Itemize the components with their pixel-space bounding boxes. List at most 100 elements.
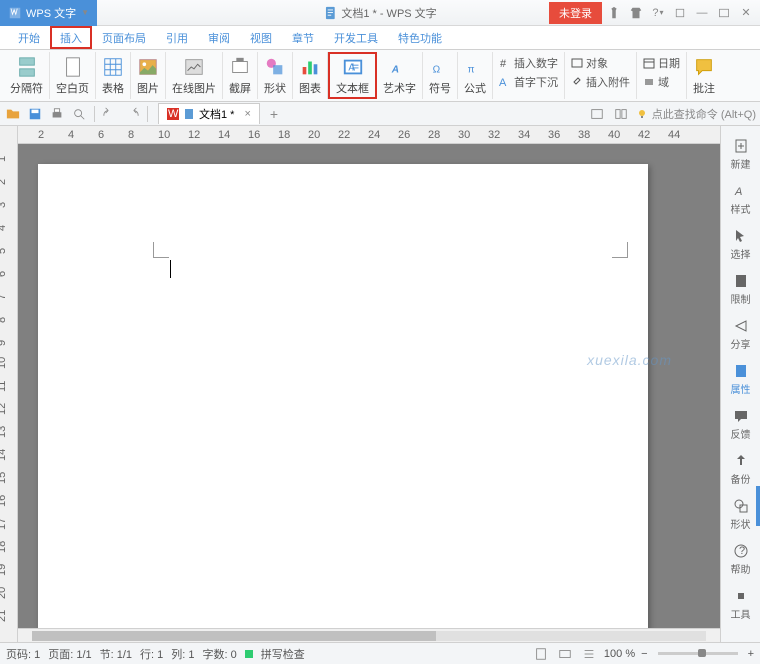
layout-web-icon[interactable]	[556, 645, 574, 663]
maximize-icon[interactable]	[714, 3, 734, 23]
tab-add-icon[interactable]: +	[270, 106, 278, 122]
horizontal-scrollbar[interactable]	[18, 628, 720, 642]
open-icon[interactable]	[4, 105, 22, 123]
ribbon-screenshot[interactable]: 截屏	[223, 52, 258, 99]
ribbon-field[interactable]: 域	[641, 73, 682, 91]
status-section[interactable]: 节: 1/1	[100, 646, 132, 662]
ribbon-separator[interactable]: 分隔符	[4, 52, 50, 99]
zoom-out-icon[interactable]: −	[641, 648, 647, 660]
side-new[interactable]: 新建	[721, 134, 760, 175]
ribbon-picture[interactable]: 图片	[131, 52, 166, 99]
side-tools[interactable]: 工具	[721, 584, 760, 625]
menu-review[interactable]: 审阅	[198, 26, 240, 49]
document-area[interactable]: xuexila.com	[18, 144, 720, 628]
menu-section[interactable]: 章节	[282, 26, 324, 49]
status-words[interactable]: 字数: 0	[203, 646, 237, 662]
ruler-tick: 1	[0, 156, 8, 162]
title-actions: 未登录 ?▾ — ✕	[549, 2, 756, 24]
horizontal-ruler[interactable]: 2468101214161820222426283032343638404244	[18, 126, 720, 144]
app-name: WPS 文字	[26, 5, 76, 21]
zoom-in-icon[interactable]: +	[748, 648, 754, 660]
ribbon-textbox[interactable]: A文本框	[328, 52, 377, 99]
undo-icon[interactable]	[101, 105, 119, 123]
document-tab[interactable]: W 文档1 * ×	[158, 103, 260, 124]
status-zoom[interactable]: 100 %	[604, 648, 635, 660]
menu-special[interactable]: 特色功能	[388, 26, 452, 49]
close-icon[interactable]: ✕	[736, 3, 756, 23]
menu-start[interactable]: 开始	[8, 26, 50, 49]
number-icon: #	[499, 57, 511, 69]
layout-outline-icon[interactable]	[580, 645, 598, 663]
vertical-ruler[interactable]: 123456789101112131415161718192021	[0, 126, 18, 642]
tab-close-icon[interactable]: ×	[244, 108, 250, 120]
login-button[interactable]: 未登录	[549, 2, 602, 24]
page[interactable]	[38, 164, 648, 628]
side-props[interactable]: 属性	[721, 359, 760, 400]
ribbon: 分隔符 空白页 表格 图片 在线图片 截屏 形状 图表 A文本框 A艺术字 Ω符…	[0, 50, 760, 102]
side-select[interactable]: 选择	[721, 224, 760, 265]
ribbon-blankpage[interactable]: 空白页	[50, 52, 96, 99]
ruler-tick: 13	[0, 426, 8, 438]
quickbar: W 文档1 * × + 点此查找命令 (Alt+Q)	[0, 102, 760, 126]
side-backup[interactable]: 备份	[721, 449, 760, 490]
new-icon	[733, 138, 749, 154]
zoom-slider[interactable]	[658, 652, 738, 655]
menu-view[interactable]: 视图	[240, 26, 282, 49]
ribbon-object[interactable]: 对象	[569, 54, 632, 72]
print-icon[interactable]	[48, 105, 66, 123]
bulb-icon	[636, 108, 648, 120]
margin-marker-tl	[153, 242, 169, 258]
help-icon[interactable]: ?▾	[648, 3, 668, 23]
status-line[interactable]: 行: 1	[140, 646, 163, 662]
minimize-icon[interactable]: —	[692, 3, 712, 23]
status-col[interactable]: 列: 1	[171, 646, 194, 662]
restore-down-icon[interactable]	[670, 3, 690, 23]
app-title[interactable]: WPS 文字 ▼	[0, 0, 97, 26]
side-restrict[interactable]: 限制	[721, 269, 760, 310]
side-share[interactable]: 分享	[721, 314, 760, 355]
skin-icon[interactable]	[604, 3, 624, 23]
side-help[interactable]: ?帮助	[721, 539, 760, 580]
view1-icon[interactable]	[588, 105, 606, 123]
status-pages[interactable]: 页面: 1/1	[48, 646, 91, 662]
menu-insert[interactable]: 插入	[50, 26, 92, 49]
ribbon-chart[interactable]: 图表	[293, 52, 328, 99]
ribbon-table[interactable]: 表格	[96, 52, 131, 99]
preview-icon[interactable]	[70, 105, 88, 123]
watermark: xuexila.com	[587, 352, 672, 368]
ribbon-symbol[interactable]: Ω符号	[423, 52, 458, 99]
ruler-tick: 16	[248, 129, 260, 141]
side-style[interactable]: A样式	[721, 179, 760, 220]
side-label: 分享	[731, 336, 751, 351]
ribbon-date[interactable]: 日期	[641, 54, 682, 72]
menu-pagelayout[interactable]: 页面布局	[92, 26, 156, 49]
ribbon-equation[interactable]: π公式	[458, 52, 493, 99]
chart-icon	[299, 56, 321, 78]
ribbon-dropcap[interactable]: A首字下沉	[497, 73, 560, 91]
svg-text:π: π	[468, 64, 475, 75]
layout-print-icon[interactable]	[532, 645, 550, 663]
save-icon[interactable]	[26, 105, 44, 123]
status-page[interactable]: 页码: 1	[6, 646, 40, 662]
menu-references[interactable]: 引用	[156, 26, 198, 49]
ribbon-comment[interactable]: 批注	[687, 52, 721, 99]
ribbon-onlinepic[interactable]: 在线图片	[166, 52, 223, 99]
side-label: 新建	[731, 156, 751, 171]
workspace: 123456789101112131415161718192021 246810…	[0, 126, 760, 642]
status-spell[interactable]: 拼写检查	[261, 646, 305, 662]
scroll-thumb[interactable]	[32, 631, 436, 641]
ribbon-shapes[interactable]: 形状	[258, 52, 293, 99]
view2-icon[interactable]	[612, 105, 630, 123]
ribbon-insertnumber[interactable]: #插入数字	[497, 54, 560, 72]
ribbon-wordart[interactable]: A艺术字	[377, 52, 423, 99]
menu-devtools[interactable]: 开发工具	[324, 26, 388, 49]
zoom-thumb[interactable]	[698, 649, 706, 657]
ruler-tick: 10	[158, 129, 170, 141]
redo-icon[interactable]	[123, 105, 141, 123]
shirt-icon[interactable]	[626, 3, 646, 23]
ruler-tick: 18	[278, 129, 290, 141]
ribbon-attach[interactable]: 插入附件	[569, 73, 632, 91]
side-feedback[interactable]: 反馈	[721, 404, 760, 445]
command-search[interactable]: 点此查找命令 (Alt+Q)	[636, 106, 756, 122]
side-shape[interactable]: 形状	[721, 494, 760, 535]
